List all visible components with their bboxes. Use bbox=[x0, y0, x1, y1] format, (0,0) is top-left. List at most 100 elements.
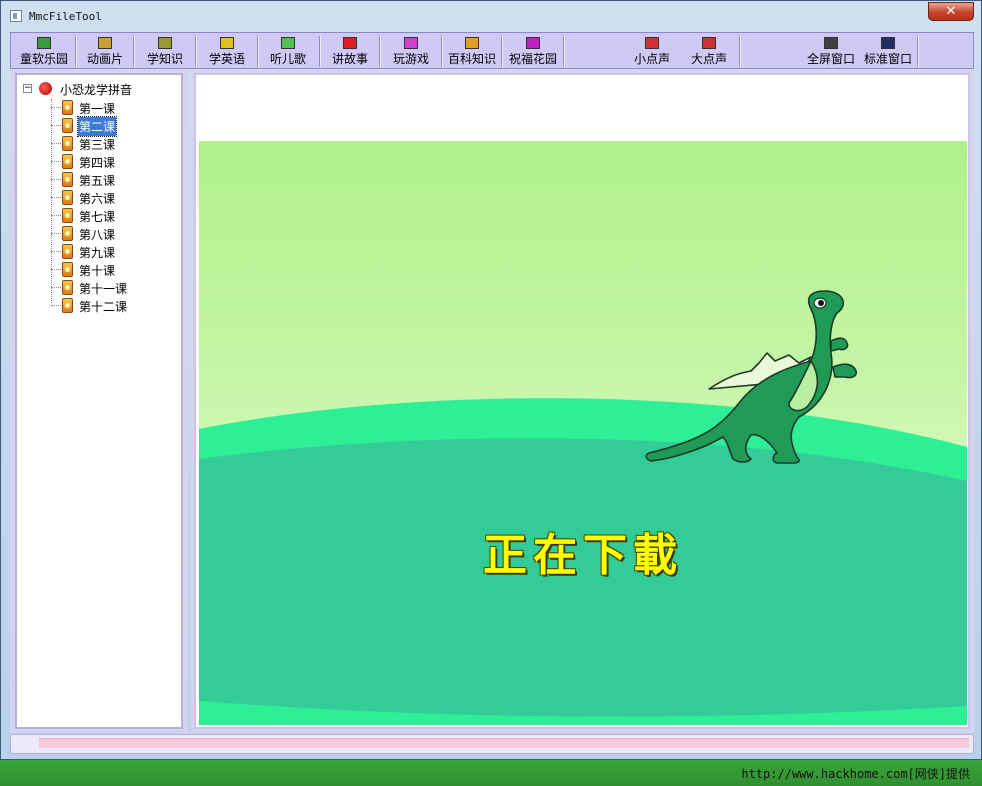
tree-item-lesson[interactable]: 第三课 bbox=[51, 135, 171, 153]
app-icon[interactable] bbox=[10, 10, 22, 22]
tree-item-lesson[interactable]: 第一课 bbox=[51, 99, 171, 117]
tree-item-label[interactable]: 第十课 bbox=[78, 261, 116, 280]
toolbar-separator bbox=[379, 36, 380, 67]
tree-connector bbox=[51, 215, 61, 216]
tree-item-label[interactable]: 第十二课 bbox=[78, 297, 128, 316]
tree-item-label[interactable]: 第三课 bbox=[78, 135, 116, 154]
toolbar-separator bbox=[257, 36, 258, 67]
tree-connector bbox=[51, 287, 61, 288]
toolbar-separator bbox=[563, 36, 564, 67]
desktop-strip: http://www.hackhome.com[网侠]提供 bbox=[0, 760, 982, 786]
tree-item-lesson[interactable]: 第八课 bbox=[51, 225, 171, 243]
toolbar-button-4[interactable]: 学英语 bbox=[197, 34, 257, 67]
progress-bar bbox=[39, 738, 969, 748]
tree-item-label[interactable]: 第八课 bbox=[78, 225, 116, 244]
tree-item-lesson[interactable]: 第九课 bbox=[51, 243, 171, 261]
tree-item-lesson[interactable]: 第五课 bbox=[51, 171, 171, 189]
toolbar-button-11[interactable]: 大点声 bbox=[679, 34, 739, 67]
watermark-text: http://www.hackhome.com[网侠]提供 bbox=[741, 767, 970, 781]
toolbar-button-label: 标准窗口 bbox=[863, 52, 912, 66]
tree-connector bbox=[51, 143, 61, 144]
tree-item-label[interactable]: 第四课 bbox=[78, 153, 116, 172]
main-window: MmcFileTool ✕ 童软乐园 动画片 学知识 学英语 听儿歌 讲故事 玩游戏 百科知识… bbox=[0, 0, 982, 760]
red-square-icon bbox=[343, 37, 357, 49]
tree-connector bbox=[51, 197, 61, 198]
tree-item-label[interactable]: 第六课 bbox=[78, 189, 116, 208]
loading-scene: 正在下載 bbox=[199, 141, 967, 725]
collapse-toggle-icon[interactable]: − bbox=[23, 84, 32, 93]
lesson-icon bbox=[62, 118, 73, 133]
lesson-icon bbox=[62, 172, 73, 187]
toolbar-button-label: 玩游戏 bbox=[392, 52, 429, 66]
tree-item-label[interactable]: 第二课 bbox=[76, 116, 118, 137]
tree-connector bbox=[51, 233, 61, 234]
lesson-icon bbox=[62, 136, 73, 151]
bear-icon bbox=[465, 37, 479, 49]
tree-item-label[interactable]: 第七课 bbox=[78, 207, 116, 226]
lesson-icon bbox=[62, 226, 73, 241]
tree-connector bbox=[51, 269, 61, 270]
lesson-icon bbox=[62, 208, 73, 223]
stack-yellow-icon bbox=[220, 37, 234, 49]
tree-item-lesson[interactable]: 第十课 bbox=[51, 261, 171, 279]
toolbar-button-label: 百科知识 bbox=[447, 52, 496, 66]
toolbar-button-6[interactable]: 讲故事 bbox=[321, 34, 379, 67]
toolbar-button-3[interactable]: 学知识 bbox=[135, 34, 195, 67]
toolbar-button-10[interactable]: 小点声 bbox=[623, 34, 681, 67]
toolbar-button-13[interactable]: 标准窗口 bbox=[859, 34, 917, 67]
toolbar-button-label: 祝福花园 bbox=[508, 52, 557, 66]
close-button[interactable]: ✕ bbox=[928, 2, 974, 21]
toolbar-separator bbox=[133, 36, 134, 67]
tree-connector bbox=[51, 305, 61, 306]
toolbar-button-9[interactable]: 祝福花园 bbox=[503, 34, 563, 67]
toolbar-button-12[interactable]: 全屏窗口 bbox=[803, 34, 859, 67]
lesson-icon bbox=[62, 244, 73, 259]
toolbar-button-label: 学知识 bbox=[146, 52, 183, 66]
tree-item-lesson[interactable]: 第四课 bbox=[51, 153, 171, 171]
toolbar-button-5[interactable]: 听儿歌 bbox=[259, 34, 317, 67]
tree-root-label[interactable]: 小恐龙学拼音 bbox=[60, 81, 132, 98]
tree-item-label[interactable]: 第一课 bbox=[78, 99, 116, 118]
flower-icon bbox=[526, 37, 540, 49]
lesson-icon bbox=[62, 280, 73, 295]
toolbar-separator bbox=[739, 36, 740, 67]
speaker-high-icon bbox=[702, 37, 716, 49]
tree-item-label[interactable]: 第五课 bbox=[78, 171, 116, 190]
pencil-icon bbox=[404, 37, 418, 49]
speaker-low-icon bbox=[645, 37, 659, 49]
lesson-tree[interactable]: − 小恐龙学拼音 第一课 第二课 第三课 第四课 第五课 第六课 第七课 第八课 第九课 第十课第… bbox=[15, 73, 183, 729]
burger-icon bbox=[98, 37, 112, 49]
tree-item-lesson[interactable]: 第七课 bbox=[51, 207, 171, 225]
toolbar-button-label: 讲故事 bbox=[331, 52, 368, 66]
toolbar-button-7[interactable]: 玩游戏 bbox=[381, 34, 441, 67]
tree-item-lesson[interactable]: 第二课 bbox=[51, 116, 171, 137]
tree-connector bbox=[51, 179, 61, 180]
toolbar-separator bbox=[319, 36, 320, 67]
toolbar-button-label: 全屏窗口 bbox=[806, 52, 855, 66]
tree-item-label[interactable]: 第十一课 bbox=[78, 279, 128, 298]
lesson-tree-panel: − 小恐龙学拼音 第一课 第二课 第三课 第四课 第五课 第六课 第七课 第八课 第九课 第十课第… bbox=[10, 70, 188, 733]
toolbar-button-1[interactable]: 童软乐园 bbox=[13, 34, 75, 67]
tree-item-label[interactable]: 第九课 bbox=[78, 243, 116, 262]
lesson-icon bbox=[62, 154, 73, 169]
loading-text: 正在下載 bbox=[483, 530, 683, 581]
tree-item-lesson[interactable]: 第十一课 bbox=[51, 279, 171, 297]
content-viewer: 正在下載 bbox=[194, 73, 970, 729]
toolbar-button-label: 小点声 bbox=[633, 52, 670, 66]
toolbar-button-8[interactable]: 百科知识 bbox=[443, 34, 501, 67]
tree-item-lesson[interactable]: 第六课 bbox=[51, 189, 171, 207]
smile-icon bbox=[281, 37, 295, 49]
title-bar[interactable]: MmcFileTool ✕ bbox=[1, 1, 981, 31]
dinosaur-icon bbox=[645, 290, 858, 464]
toolbar-button-2[interactable]: 动画片 bbox=[77, 34, 133, 67]
tree-item-lesson[interactable]: 第十二课 bbox=[51, 297, 171, 315]
window-title: MmcFileTool bbox=[29, 10, 102, 23]
toolbar-button-label: 听儿歌 bbox=[269, 52, 306, 66]
toolbar-separator bbox=[441, 36, 442, 67]
status-bar bbox=[10, 734, 974, 754]
toolbar-separator bbox=[501, 36, 502, 67]
stack-icon bbox=[158, 37, 172, 49]
toolbar-separator bbox=[195, 36, 196, 67]
content-frame: 正在下載 bbox=[191, 70, 974, 733]
toolbar-button-label: 大点声 bbox=[690, 52, 727, 66]
